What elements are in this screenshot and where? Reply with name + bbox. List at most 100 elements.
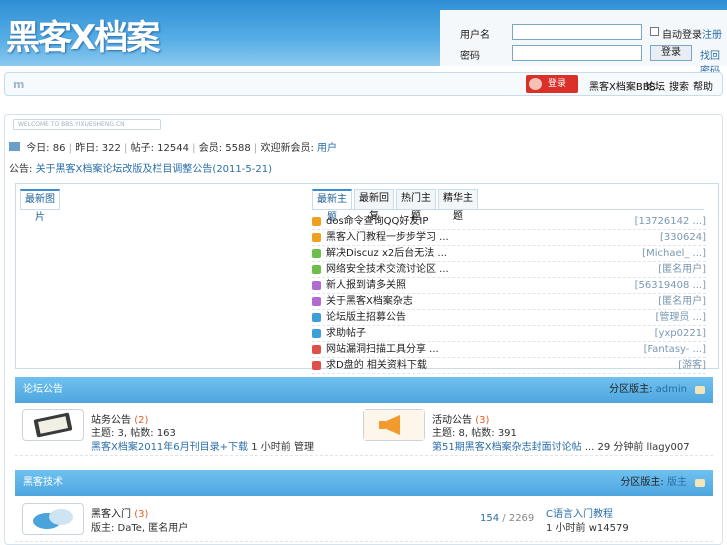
topic-row[interactable]: 求助帖子 [yxp0221] [312,326,706,342]
members-count: 5588 [225,143,251,154]
topic-row[interactable]: 关于黑客X档案杂志 [匿名用户] [312,294,706,310]
collapse-icon[interactable] [695,479,705,487]
nav-item-forum[interactable]: 论坛 [645,78,665,93]
posts-label: 帖子: [130,143,154,154]
notebook-icon[interactable] [22,409,84,441]
yesterday-label: 昨日: [75,143,99,154]
weibo-login-button[interactable]: 登录 [526,75,578,93]
moderator-label: 分区版主: [609,384,653,395]
password-label: 密码 [460,51,480,62]
forum-last-post: C语言入门教程 [546,505,613,520]
password-input[interactable] [512,45,642,61]
rank-icon [312,281,321,290]
topic-row[interactable]: 新人报到请多关照 [56319408 ...] [312,278,706,294]
topic-author[interactable]: [匿名用户] [658,294,706,309]
today-count: 86 [52,143,66,154]
divider [20,209,60,210]
moderator-label: 分区版主: [620,477,664,488]
topic-author[interactable]: [匿名用户] [658,262,706,277]
rank-icon [312,249,321,258]
topic-title[interactable]: 求助帖子 [326,326,366,341]
topic-title[interactable]: dos命令查询QQ好友IP [326,214,428,229]
section-moderator: 分区版主: 版主 [620,470,687,496]
topic-author[interactable]: [Michael_ ...] [642,246,706,261]
remember-checkbox[interactable] [650,27,659,36]
topic-row[interactable]: 黑客入门教程一步步学习 ... [330624] [312,230,706,246]
main-content: WELCOME TO BBS.YIXUESHENG.CN 今日: 86 | 昨日… [4,114,723,545]
nav-item-help[interactable]: 帮助 [693,78,713,93]
section-header-announcements[interactable]: 论坛公告 分区版主: admin [15,377,713,403]
topic-author[interactable]: [游客] [678,358,706,373]
topic-title[interactable]: 求D盘的 相关资料下载 [326,358,427,373]
topic-title[interactable]: 黑客入门教程一步步学习 ... [326,230,449,245]
topic-title[interactable]: 网站漏洞扫描工具分享 ... [326,342,439,357]
topic-title[interactable]: 解决Discuz x2后台无法 ... [326,246,447,261]
site-header: 黑客X档案 用户名 自动登录 注册 密码 登录 找回密码 [0,0,727,77]
megaphone-icon[interactable] [363,409,425,441]
divider [312,209,704,210]
tab-digest-topics[interactable]: 精华主题 [438,189,478,222]
last-post-meta: 1 小时前 w14579 [546,523,629,534]
cloud-icon[interactable] [22,503,84,535]
section-title: 论坛公告 [23,384,63,395]
topic-title[interactable]: 论坛版主招募公告 [326,310,406,325]
chart-icon [9,142,20,151]
rank-icon [312,265,321,274]
topic-title[interactable]: 新人报到请多关照 [326,278,406,293]
register-link[interactable]: 注册 [702,26,722,41]
username-label: 用户名 [460,30,490,41]
latest-panel: 最新图片 最新主题 最新回复 热门主题 精华主题 dos命令查询QQ好友IP [1… [15,183,719,374]
announcement: 公告: 关于黑客X档案论坛改版及栏目调整公告(2011-5-21) [9,160,272,175]
nav-logo: m [13,78,25,91]
tab-hot-topics[interactable]: 热门主题 [396,189,436,222]
site-logo[interactable]: 黑客X档案 [6,10,160,59]
last-post-link[interactable]: 黑客X档案2011年6月刊目录+下载 [91,442,248,453]
forum-name[interactable]: 黑客入门 (3) [91,505,148,520]
nav-item-search[interactable]: 搜索 [669,78,689,93]
topic-author[interactable]: [56319408 ...] [635,278,706,293]
collapse-icon[interactable] [695,386,705,394]
login-button[interactable]: 登录 [650,45,692,61]
rank-icon [312,297,321,306]
today-label: 今日: [26,143,50,154]
topic-title[interactable]: 关于黑客X档案杂志 [326,294,413,309]
topic-author[interactable]: [13726142 ...] [635,214,706,229]
topic-row[interactable]: 解决Discuz x2后台无法 ... [Michael_ ...] [312,246,706,262]
rank-icon [312,233,321,242]
topic-row[interactable]: 求D盘的 相关资料下载 [游客] [312,358,706,374]
forum-stats: 今日: 86 | 昨日: 322 | 帖子: 12544 | 会员: 5588 … [9,139,337,154]
announcement-link[interactable]: 关于黑客X档案论坛改版及栏目调整公告 [36,164,213,175]
forum-stats: 主题: 3, 帖数: 163 [91,428,176,439]
topic-title[interactable]: 网络安全技术交流讨论区 ... [326,262,449,277]
moderator-link[interactable]: admin [656,384,687,395]
announcement-label: 公告: [9,164,33,175]
newest-member-label: 欢迎新会员: [260,143,314,154]
rank-icon [312,345,321,354]
forum-moderators: 版主: DaTe, 匿名用户 [91,519,188,534]
topic-row[interactable]: dos命令查询QQ好友IP [13726142 ...] [312,214,706,230]
forum-stats: 主题: 8, 帖数: 391 [432,428,517,439]
welcome-banner: WELCOME TO BBS.YIXUESHENG.CN [13,119,161,130]
topic-author[interactable]: [Fantasy- ...] [644,342,706,357]
topic-author[interactable]: [管理员 ...] [655,310,706,325]
topic-row[interactable]: 论坛版主招募公告 [管理员 ...] [312,310,706,326]
rank-icon [312,361,321,370]
section-title: 黑客技术 [23,477,63,488]
username-input[interactable] [512,24,642,40]
moderator-link[interactable]: 版主 [667,477,687,488]
topic-author[interactable]: [330624] [660,230,706,245]
tab-latest-images[interactable]: 最新图片 [20,189,60,223]
topic-row[interactable]: 网站漏洞扫描工具分享 ... [Fantasy- ...] [312,342,706,358]
topic-row[interactable]: 网络安全技术交流讨论区 ... [匿名用户] [312,262,706,278]
topic-author[interactable]: [yxp0221] [655,326,706,341]
tab-latest-replies[interactable]: 最新回复 [354,189,394,222]
posts-count: 12544 [157,143,189,154]
announcement-date: (2011-5-21) [212,164,272,175]
post-count: / 2269 [502,513,535,524]
tab-latest-topics[interactable]: 最新主题 [312,189,352,223]
last-post-link[interactable]: 第51期黑客X档案杂志封面讨论帖 [432,442,582,453]
newest-member-link[interactable]: 用户 [317,143,337,154]
section-header-hacking[interactable]: 黑客技术 分区版主: 版主 [15,470,713,496]
weibo-icon [529,78,542,90]
weibo-login-label: 登录 [548,79,567,89]
